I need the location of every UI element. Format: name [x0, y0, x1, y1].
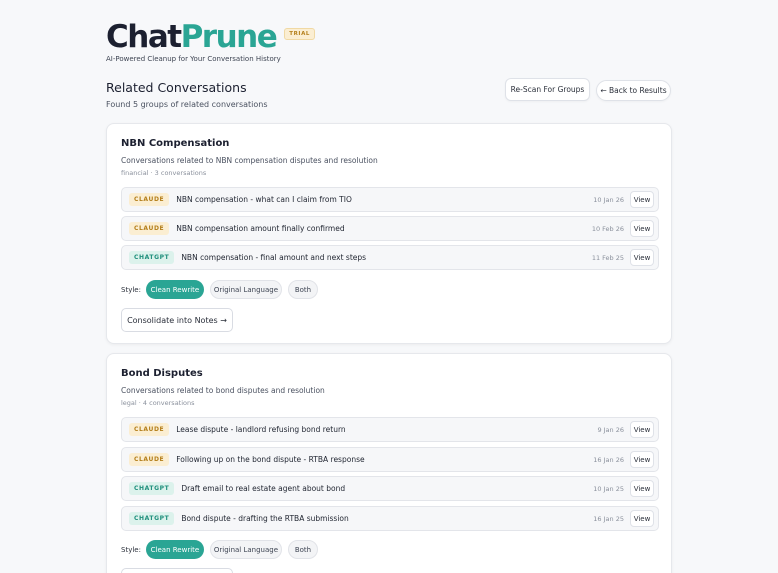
style-option-clean-rewrite[interactable]: Clean Rewrite	[145, 540, 204, 559]
conversation-title: NBN compensation amount finally confirme…	[176, 224, 345, 233]
tagline: AI-Powered Cleanup for Your Conversation…	[106, 55, 281, 63]
conversation-title: Following up on the bond dispute - RTBA …	[176, 455, 365, 464]
conversation-title: Lease dispute - landlord refusing bond r…	[176, 425, 346, 434]
conversation-row[interactable]: CHATGPT Bond dispute - drafting the RTBA…	[121, 506, 659, 531]
trial-badge: TRIAL	[284, 28, 316, 40]
consolidate-button[interactable]: Consolidate into Notes →	[121, 308, 233, 332]
view-button[interactable]: View	[630, 249, 654, 266]
page-subtitle: Found 5 groups of related conversations	[106, 100, 268, 109]
source-badge: CLAUDE	[129, 453, 170, 466]
page-title: Related Conversations	[106, 80, 247, 95]
group-card: Bond Disputes Conversations related to b…	[106, 353, 672, 573]
conversation-row[interactable]: CHATGPT Draft email to real estate agent…	[121, 476, 659, 501]
view-button[interactable]: View	[630, 480, 654, 497]
consolidate-button[interactable]	[121, 568, 233, 573]
back-to-results-button[interactable]: ← Back to Results	[596, 80, 671, 101]
logo-part-chat: Chat	[106, 19, 182, 55]
conversation-title: Bond dispute - drafting the RTBA submiss…	[181, 514, 349, 523]
view-button[interactable]: View	[630, 451, 654, 468]
conversation-date: 10 Jan 26	[593, 195, 624, 204]
source-badge: CHATGPT	[129, 512, 175, 525]
rescan-button[interactable]: Re-Scan For Groups	[505, 78, 590, 101]
view-button[interactable]: View	[630, 421, 654, 438]
conversation-date: 16 Jan 25	[593, 514, 624, 523]
group-title: Bond Disputes	[121, 368, 203, 379]
conversation-date: 11 Feb 25	[591, 253, 624, 262]
view-button[interactable]: View	[630, 220, 654, 237]
style-selector: Style: Clean Rewrite Original Language B…	[121, 540, 324, 559]
style-option-original-language[interactable]: Original Language	[209, 280, 282, 299]
group-meta: financial · 3 conversations	[121, 169, 207, 177]
view-button[interactable]: View	[630, 510, 654, 527]
conversation-date: 10 Jan 25	[593, 484, 624, 493]
conversation-row[interactable]: CLAUDE NBN compensation amount finally c…	[121, 216, 659, 241]
conversation-title: NBN compensation - what can I claim from…	[176, 195, 352, 204]
conversation-row[interactable]: CLAUDE Following up on the bond dispute …	[121, 447, 659, 472]
source-badge: CLAUDE	[129, 193, 170, 206]
group-description: Conversations related to NBN compensatio…	[121, 156, 378, 165]
conversation-title: Draft email to real estate agent about b…	[181, 484, 346, 493]
style-label: Style:	[121, 285, 141, 294]
conversation-row[interactable]: CHATGPT NBN compensation - final amount …	[121, 245, 659, 270]
logo-part-prune: Prune	[180, 19, 278, 55]
app-logo: ChatPrune	[106, 18, 278, 56]
style-option-clean-rewrite[interactable]: Clean Rewrite	[145, 280, 204, 299]
conversation-date: 9 Jan 26	[597, 425, 624, 434]
style-label: Style:	[121, 545, 141, 554]
conversation-row[interactable]: CLAUDE Lease dispute - landlord refusing…	[121, 417, 659, 442]
style-option-both[interactable]: Both	[287, 280, 318, 299]
conversation-title: NBN compensation - final amount and next…	[181, 253, 367, 262]
style-selector: Style: Clean Rewrite Original Language B…	[121, 280, 324, 299]
view-button[interactable]: View	[630, 191, 654, 208]
group-title: NBN Compensation	[121, 138, 230, 149]
conversation-date: 10 Feb 26	[591, 224, 624, 233]
group-description: Conversations related to bond disputes a…	[121, 386, 325, 395]
conversation-row[interactable]: CLAUDE NBN compensation - what can I cla…	[121, 187, 659, 212]
conversation-date: 16 Jan 26	[593, 455, 624, 464]
style-option-original-language[interactable]: Original Language	[209, 540, 282, 559]
source-badge: CLAUDE	[129, 423, 170, 436]
group-card: NBN Compensation Conversations related t…	[106, 123, 672, 344]
source-badge: CHATGPT	[129, 251, 175, 264]
source-badge: CHATGPT	[129, 482, 175, 495]
source-badge: CLAUDE	[129, 222, 170, 235]
logo-row: ChatPrune TRIAL	[106, 18, 316, 56]
style-option-both[interactable]: Both	[287, 540, 318, 559]
group-meta: legal · 4 conversations	[121, 399, 195, 407]
